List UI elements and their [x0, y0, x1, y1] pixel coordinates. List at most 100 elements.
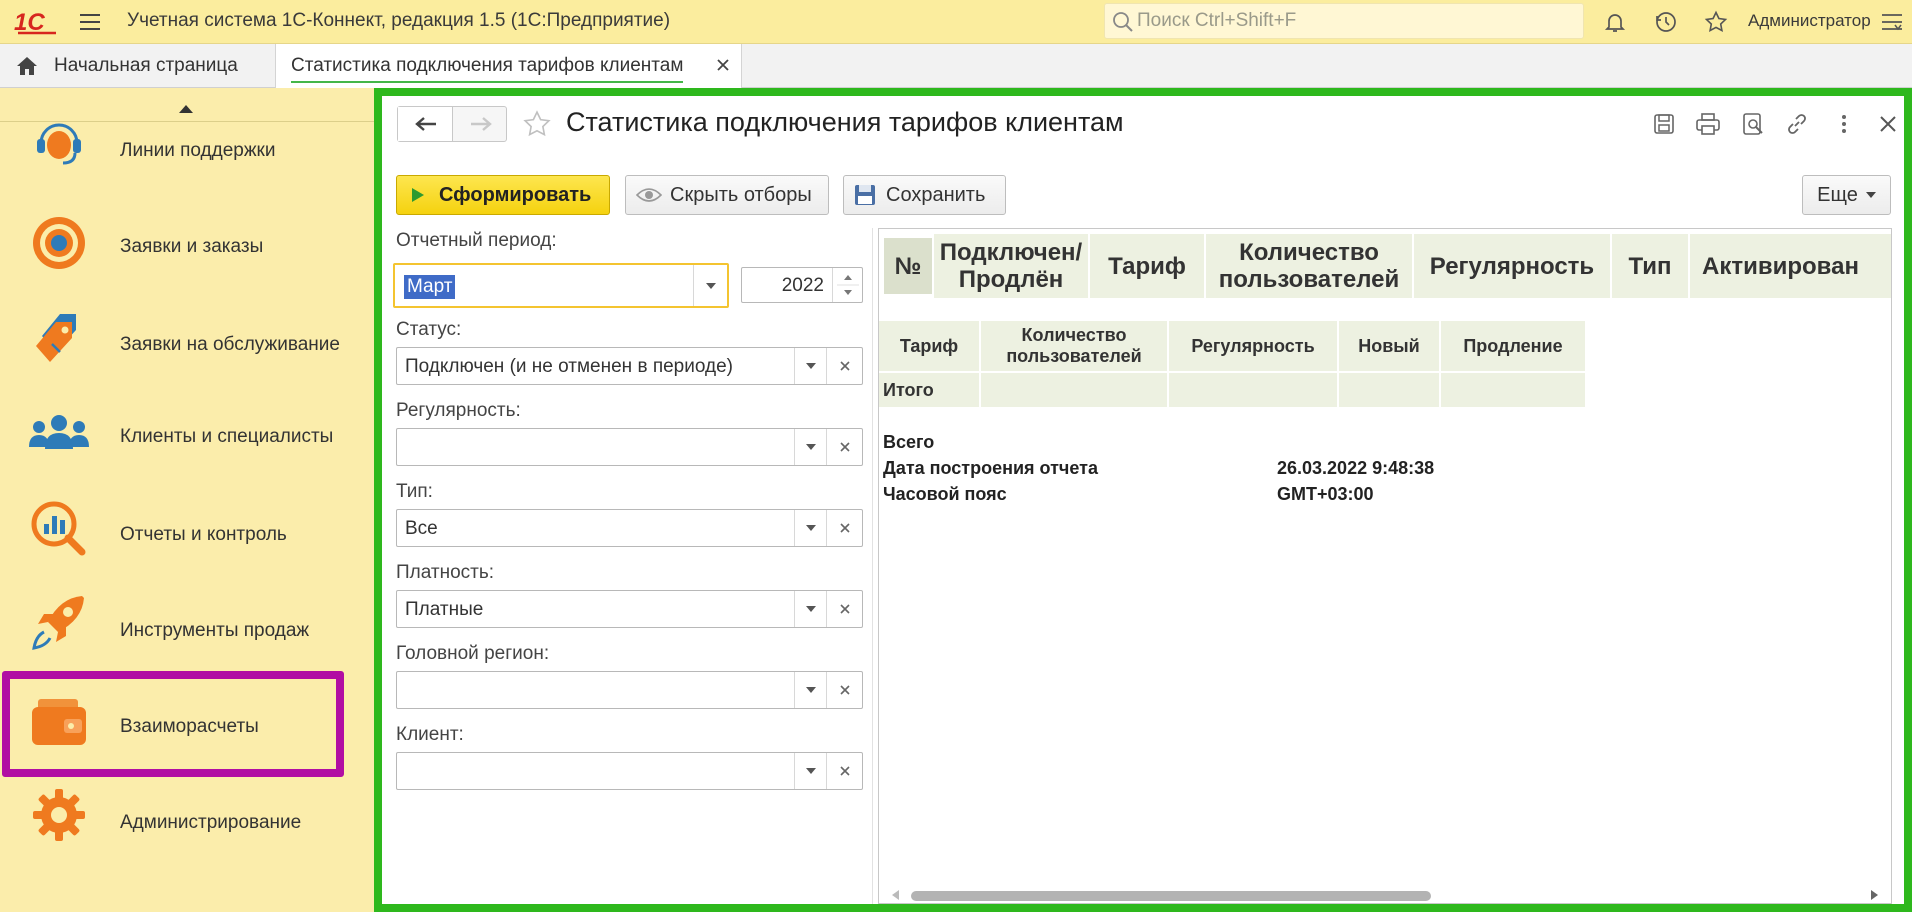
tab-bar: Начальная страница Статистика подключени…: [0, 44, 1912, 88]
more-button[interactable]: Еще: [1802, 175, 1891, 215]
region-label: Головной регион:: [396, 643, 550, 664]
tab-home-label: Начальная страница: [54, 55, 238, 76]
bell-icon[interactable]: [1601, 8, 1629, 36]
home-icon: [14, 53, 40, 79]
1c-logo[interactable]: 1С: [12, 6, 58, 38]
navigation-buttons: [397, 106, 507, 142]
year-spinner-icon[interactable]: [832, 268, 862, 302]
period-year-field[interactable]: 2022: [741, 267, 863, 303]
generate-button-label: Сформировать: [439, 183, 592, 206]
type-value: Все: [405, 518, 438, 539]
rocket-icon: [28, 592, 90, 654]
close-tab-icon[interactable]: [713, 55, 733, 75]
period-month-select[interactable]: Март: [393, 263, 729, 308]
sidebar-item-service-requests[interactable]: Заявки на обслуживание: [0, 290, 376, 386]
status-select[interactable]: Подключен (и не отменен в периоде): [396, 347, 863, 385]
header-activated: Активирован: [1690, 234, 1891, 298]
dropdown-arrow-icon[interactable]: [794, 429, 826, 465]
settings-menu-icon[interactable]: [1878, 8, 1906, 36]
headset-icon: [28, 110, 90, 172]
tab-report[interactable]: Статистика подключения тарифов клиентам: [276, 44, 742, 88]
regularity-label: Регулярность:: [396, 400, 521, 421]
tags-icon: [28, 306, 90, 368]
sidebar-item-sales-tools[interactable]: Инструменты продаж: [0, 578, 376, 674]
scroll-right-icon[interactable]: [1869, 889, 1879, 901]
dropdown-arrow-icon[interactable]: [794, 348, 826, 384]
header-connected: Подключен/ Продлён: [934, 234, 1088, 298]
dropdown-arrow-icon[interactable]: [794, 753, 826, 789]
gear-icon: [28, 784, 90, 846]
header-number: №: [884, 238, 932, 294]
link-icon[interactable]: [1783, 110, 1811, 138]
save-button-label: Сохранить: [886, 183, 986, 206]
clear-icon[interactable]: [826, 672, 862, 708]
header-type: Тип: [1612, 234, 1688, 298]
clear-icon[interactable]: [826, 753, 862, 789]
search-input[interactable]: [1137, 4, 1577, 38]
sidebar-item-label: Отчеты и контроль: [120, 524, 287, 545]
region-select[interactable]: [396, 671, 863, 709]
sidebar-item-requests-orders[interactable]: Заявки и заказы: [0, 194, 376, 290]
report-spreadsheet[interactable]: № Подключен/ Продлён Тариф Количество по…: [878, 228, 1892, 904]
client-select[interactable]: [396, 752, 863, 790]
people-icon: [28, 402, 90, 464]
hide-filters-button[interactable]: Скрыть отборы: [625, 175, 829, 215]
scrollbar-thumb[interactable]: [911, 891, 1431, 901]
clear-icon[interactable]: [826, 510, 862, 546]
clear-icon[interactable]: [826, 429, 862, 465]
total-label: Всего: [883, 432, 935, 452]
more-button-label: Еще: [1817, 183, 1858, 206]
generate-button[interactable]: Сформировать: [396, 175, 610, 215]
clear-icon[interactable]: [826, 591, 862, 627]
period-label: Отчетный период:: [396, 230, 557, 251]
user-name[interactable]: Администратор: [1748, 11, 1871, 31]
print-icon[interactable]: [1694, 110, 1722, 138]
forward-button[interactable]: [453, 107, 507, 141]
type-select[interactable]: Все: [396, 509, 863, 547]
top-bar: 1С Учетная система 1С-Коннект, редакция …: [0, 0, 1912, 44]
floppy-icon: [854, 184, 876, 206]
clear-icon[interactable]: [826, 348, 862, 384]
summary-header-renewal: Продление: [1441, 321, 1585, 371]
selected-item-highlight: [2, 671, 344, 777]
dropdown-arrow-icon[interactable]: [794, 510, 826, 546]
app-window: 1С Учетная система 1С-Коннект, редакция …: [0, 0, 1912, 912]
sidebar-item-administration[interactable]: Администрирование: [0, 770, 376, 866]
sidebar-item-support-lines[interactable]: Линии поддержки: [0, 98, 376, 194]
save-disk-icon[interactable]: [1650, 110, 1678, 138]
sidebar-item-label: Администрирование: [120, 812, 302, 833]
status-label: Статус:: [396, 319, 462, 340]
header-users-count: Количество пользователей: [1206, 234, 1412, 298]
add-favorite-star-icon[interactable]: [521, 108, 553, 140]
status-value: Подключен (и не отменен в периоде): [405, 356, 733, 377]
summary-total-new: [1339, 373, 1439, 407]
header-tariff: Тариф: [1090, 234, 1204, 298]
regularity-select[interactable]: [396, 428, 863, 466]
summary-header-tariff: Тариф: [879, 321, 979, 371]
scroll-left-icon[interactable]: [891, 889, 901, 901]
dropdown-arrow-icon[interactable]: [794, 672, 826, 708]
sidebar-item-clients-specialists[interactable]: Клиенты и специалисты: [0, 386, 376, 482]
summary-header-users: Количество пользователей: [981, 321, 1167, 371]
magnifier-chart-icon: [28, 498, 90, 560]
client-label: Клиент:: [396, 724, 464, 745]
history-icon[interactable]: [1652, 8, 1680, 36]
arrow-left-icon: [398, 107, 453, 141]
dropdown-arrow-icon[interactable]: [693, 265, 727, 306]
save-button[interactable]: Сохранить: [843, 175, 1006, 215]
close-form-icon[interactable]: [1874, 110, 1902, 138]
global-search[interactable]: [1104, 3, 1584, 39]
more-vertical-icon[interactable]: [1830, 110, 1858, 138]
tab-home[interactable]: Начальная страница: [0, 44, 276, 88]
payment-select[interactable]: Платные: [396, 590, 863, 628]
sidebar-item-label: Клиенты и специалисты: [120, 426, 334, 447]
dropdown-arrow-icon[interactable]: [794, 591, 826, 627]
horizontal-scrollbar[interactable]: [879, 885, 1891, 903]
summary-total-users: [981, 373, 1167, 407]
type-label: Тип:: [396, 481, 433, 502]
preview-icon[interactable]: [1739, 110, 1767, 138]
back-button[interactable]: [398, 107, 453, 141]
favorites-star-icon[interactable]: [1702, 8, 1730, 36]
sidebar-item-reports-control[interactable]: Отчеты и контроль: [0, 482, 376, 578]
hamburger-menu-icon[interactable]: [76, 8, 104, 36]
